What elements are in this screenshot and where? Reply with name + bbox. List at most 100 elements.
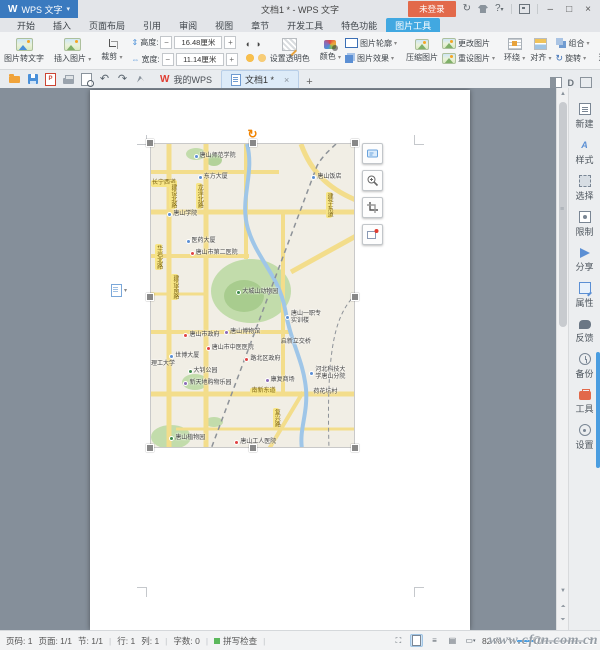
vertical-scrollbar[interactable]: ▲ ▼ ⏶ ⏷ (556, 88, 568, 630)
picture-outline-button[interactable]: 图片轮廓▾ (345, 38, 397, 49)
contrast-down-button[interactable]: ◑ (255, 39, 260, 49)
save-button[interactable] (26, 73, 39, 86)
compress-picture-button[interactable]: 压缩图片 (405, 39, 439, 63)
resize-handle-ne[interactable] (351, 139, 359, 147)
reset-picture-button[interactable]: 重设图片▾ (442, 53, 495, 64)
resize-handle-e[interactable] (351, 293, 359, 301)
page-view-button[interactable] (410, 634, 423, 647)
menu-tab-插入[interactable]: 插入 (44, 18, 80, 32)
insert-picture-button[interactable]: 插入图片 ▾ (53, 38, 92, 64)
align-button[interactable]: 对齐 ▾ (529, 38, 552, 63)
page[interactable]: ▾ ↻ (90, 90, 470, 630)
crop-quick-button[interactable] (362, 197, 383, 218)
pic-to-text-button[interactable]: 图片转文字 (3, 38, 45, 64)
resize-handle-sw[interactable] (146, 444, 154, 452)
group-button[interactable]: 组合▾ (556, 38, 590, 49)
spell-check-status[interactable]: 拼写检查 (214, 635, 257, 647)
map-image[interactable]: 唐山师范学院东方大厦唐山学院唐山饭店医药大厦唐山市第二医院大城山动物园唐山市政府… (150, 143, 355, 448)
menu-tab-特色功能[interactable]: 特色功能 (332, 18, 386, 32)
skin-icon[interactable] (478, 5, 488, 13)
menu-tab-页面布局[interactable]: 页面布局 (80, 18, 134, 32)
resize-handle-nw[interactable] (146, 139, 154, 147)
width-input[interactable]: 11.14厘米 (176, 53, 224, 66)
menu-tab-开发工具[interactable]: 开发工具 (278, 18, 332, 32)
document-canvas[interactable]: ▾ ↻ (0, 88, 556, 630)
status-segment[interactable]: 页面: 1/1 (38, 635, 72, 647)
previous-page-button[interactable]: ⏶ (558, 602, 568, 612)
status-segment[interactable]: 行: 1 (117, 635, 135, 647)
docer-icon[interactable]: D (568, 78, 575, 88)
print-button[interactable] (62, 73, 75, 86)
read-view-button[interactable]: ▭▾ (464, 634, 477, 647)
sidebar-item-新建[interactable]: 新建 (569, 98, 600, 134)
close-button[interactable]: × (582, 4, 594, 15)
paragraph-anchor-button[interactable]: ▾ (111, 284, 127, 297)
height-plus-button[interactable]: + (224, 36, 236, 49)
layout-options-button[interactable] (362, 143, 383, 164)
resize-handle-n[interactable] (249, 139, 257, 147)
sidebar-item-分享[interactable]: 分享 (569, 242, 600, 277)
crop-button[interactable]: 裁剪 ▾ (100, 39, 123, 62)
undo-button[interactable]: ↶ (98, 73, 111, 86)
height-minus-button[interactable]: − (160, 36, 172, 49)
fullscreen-button[interactable]: ⛶ (392, 634, 405, 647)
redo-button[interactable]: ↷ (116, 73, 129, 86)
window-split-icon[interactable] (550, 77, 562, 88)
sidebar-scroll-indicator[interactable] (596, 352, 600, 468)
new-tab-button[interactable]: + (299, 76, 319, 88)
status-segment[interactable]: 字数: 0 (173, 635, 199, 647)
resize-handle-s[interactable] (249, 444, 257, 452)
help-icon[interactable]: ?▾ (495, 4, 504, 15)
color-button[interactable]: 颜色 ▾ (319, 40, 342, 62)
sidebar-item-样式[interactable]: A样式 (569, 134, 600, 170)
sidebar-item-属性[interactable]: 属性 (569, 277, 600, 313)
menu-tab-开始[interactable]: 开始 (8, 18, 44, 32)
zoom-out-button[interactable]: − (506, 635, 512, 646)
web-view-button[interactable]: ▤ (446, 634, 459, 647)
change-picture-button[interactable]: 更改图片 (442, 38, 495, 49)
login-button[interactable]: 未登录 (408, 1, 456, 17)
sidebar-item-反馈[interactable]: 反馈 (569, 313, 600, 348)
menu-tab-章节[interactable]: 章节 (242, 18, 278, 32)
resize-handle-w[interactable] (146, 293, 154, 301)
contrast-up-button[interactable]: ◐ (246, 39, 251, 49)
print-preview-button[interactable] (80, 73, 93, 86)
picture-effects-button[interactable]: 图片效果▾ (345, 53, 397, 64)
height-input[interactable]: 16.48厘米 (174, 36, 222, 49)
zoom-slider[interactable] (517, 640, 583, 642)
scrollbar-thumb[interactable] (559, 102, 567, 327)
status-segment[interactable]: 节: 1/1 (78, 635, 103, 647)
maximize-button[interactable]: □ (563, 4, 575, 15)
customize-toolbar-button[interactable] (134, 73, 147, 86)
export-pdf-button[interactable]: P (44, 73, 57, 86)
set-transparent-color-button[interactable]: 设置透明色 (269, 38, 311, 64)
rotate-button[interactable]: ↻ 旋转▾ (556, 53, 590, 64)
minimize-button[interactable]: – (545, 4, 557, 15)
tab-document1[interactable]: 文档1 * × (221, 70, 299, 88)
menu-tab-审阅[interactable]: 审阅 (170, 18, 206, 32)
brightness-up-button[interactable] (246, 54, 254, 62)
workspace-icon[interactable] (519, 4, 530, 14)
collapse-ribbon-icon[interactable] (580, 77, 592, 88)
brightness-down-button[interactable] (258, 54, 266, 62)
menu-tab-引用[interactable]: 引用 (134, 18, 170, 32)
tab-my-wps[interactable]: W 我的WPS (151, 71, 221, 88)
open-button[interactable] (8, 73, 21, 86)
selected-image[interactable]: ↻ (150, 143, 355, 448)
sidebar-item-限制[interactable]: 限制 (569, 206, 600, 242)
status-segment[interactable]: 列: 1 (141, 635, 159, 647)
app-menu-button[interactable]: W WPS 文字 ▾ (0, 0, 78, 18)
wrap-button[interactable]: 环绕 ▾ (503, 38, 526, 63)
close-tab-icon[interactable]: × (284, 75, 289, 85)
sync-icon[interactable]: ↻ (463, 4, 471, 14)
sidebar-item-选择[interactable]: 选择 (569, 170, 600, 206)
status-segment[interactable]: 页码: 1 (6, 635, 32, 647)
width-plus-button[interactable]: + (226, 53, 238, 66)
resize-handle-se[interactable] (351, 444, 359, 452)
transparent-color-quick-button[interactable] (362, 224, 383, 245)
menu-tab-图片工具[interactable]: 图片工具 (386, 18, 440, 32)
next-page-button[interactable]: ⏷ (558, 615, 568, 625)
width-minus-button[interactable]: − (162, 53, 174, 66)
preview-zoom-button[interactable] (362, 170, 383, 191)
outline-view-button[interactable]: ≡ (428, 634, 441, 647)
